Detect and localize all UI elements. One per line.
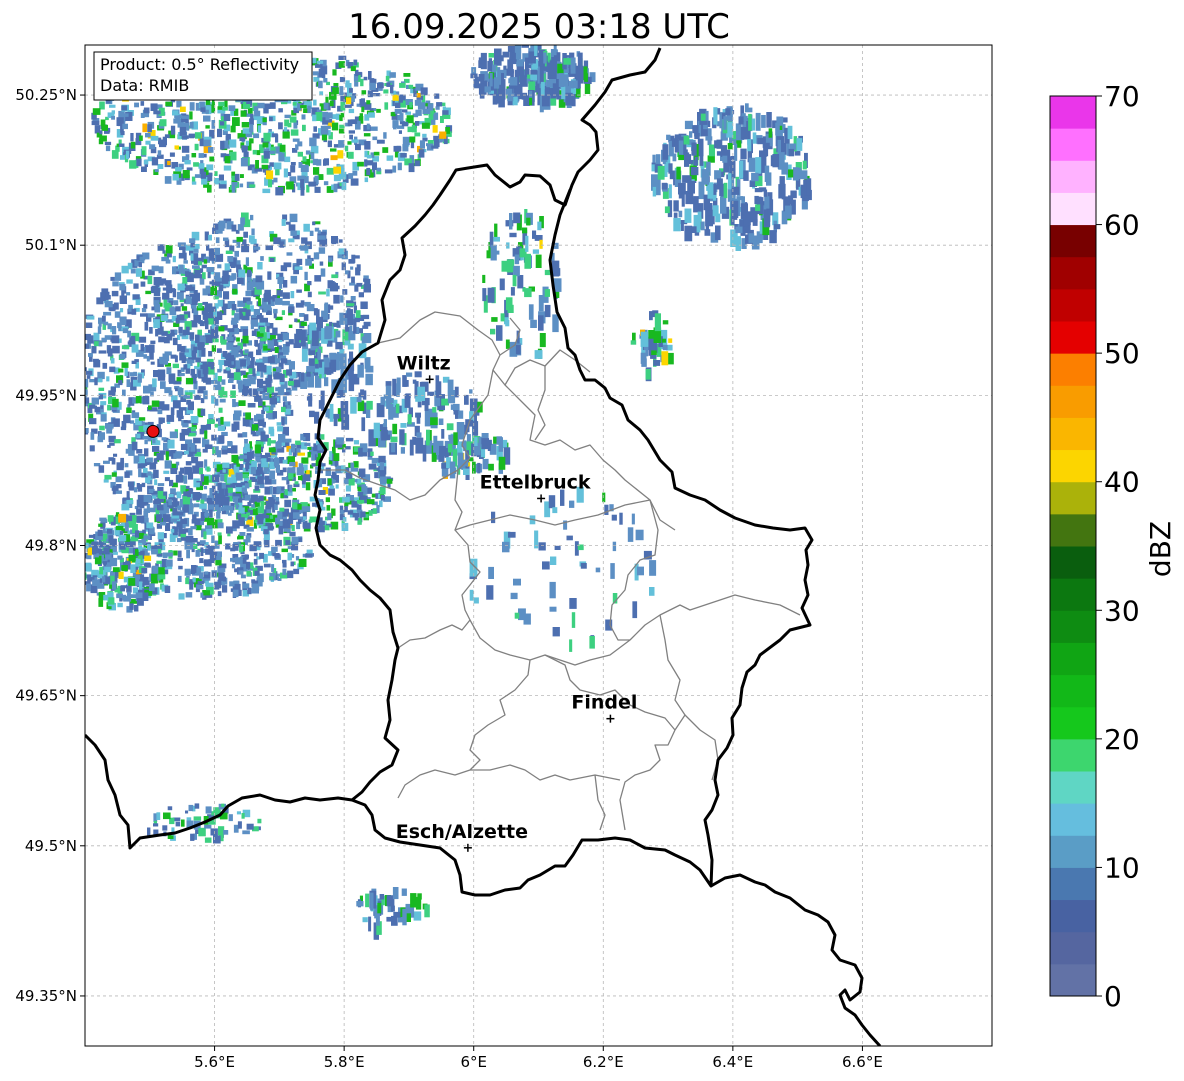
y-tick-label: 49.65°N [15,687,77,705]
colorbar-tick-label: 40 [1104,466,1140,499]
colorbar-segment [1050,96,1096,129]
colorbar-segment [1050,192,1096,226]
y-tick-label: 49.5°N [25,837,77,855]
colorbar-segment [1050,706,1096,740]
x-tick-label: 5.8°E [324,1053,365,1071]
y-tick-label: 49.8°N [25,537,77,555]
colorbar-tick-label: 50 [1104,337,1140,370]
colorbar-segment [1050,642,1096,676]
radar-site-marker[interactable] [146,424,160,438]
colorbar-segment [1050,963,1096,997]
colorbar-segment [1050,449,1096,483]
colorbar-segment [1050,610,1096,643]
colorbar-segment [1050,674,1096,708]
colorbar-segment [1050,771,1096,804]
colorbar: 0 10 20 30 40 50 60 70 [1049,80,1140,1013]
colorbar-tick-label: 0 [1104,980,1122,1013]
x-tick-label: 6.2°E [583,1053,624,1071]
map-title: 16.09.2025 03:18 UTC [348,7,730,47]
colorbar-segment [1050,385,1096,418]
info-product: Product: 0.5° Reflectivity [100,55,299,74]
colorbar-tick-label: 60 [1104,209,1140,242]
map-plot-area[interactable]: Wiltz Ettelbruck Findel Esch/Alzette [72,41,992,1047]
colorbar-tick-label: 10 [1104,851,1140,884]
colorbar-segment [1050,481,1096,515]
colorbar-segment [1050,288,1096,322]
colorbar-segment [1050,738,1096,772]
city-label: Esch/Alzette [396,821,528,843]
info-box: Product: 0.5° Reflectivity Data: RMIB [93,51,313,101]
x-axis-ticks: 5.6°E 5.8°E 6°E 6.2°E 6.4°E 6.6°E [194,1046,883,1071]
info-data-source: Data: RMIB [100,76,189,95]
colorbar-segment [1050,578,1096,611]
colorbar-segment [1050,931,1096,965]
x-tick-label: 6.4°E [712,1053,753,1071]
colorbar-segment [1050,417,1096,451]
colorbar-segment [1050,224,1096,258]
colorbar-segment [1050,353,1096,386]
y-tick-label: 49.95°N [15,386,77,404]
colorbar-segment [1050,128,1096,161]
colorbar-segment [1050,867,1096,901]
city-label: Wiltz [397,352,451,374]
city-label: Ettelbruck [480,471,591,493]
colorbar-segment [1050,321,1096,354]
colorbar-segment [1050,256,1096,290]
colorbar-segment [1050,835,1096,868]
city-label: Findel [571,692,637,714]
x-tick-label: 6.6°E [842,1053,883,1071]
colorbar-segment [1050,803,1096,836]
colorbar-segment [1050,899,1096,933]
y-axis-ticks: 49.35°N 49.5°N 49.65°N 49.8°N 49.95°N 50.1°N 5… [15,86,85,1005]
colorbar-tick-label: 30 [1104,594,1140,627]
y-tick-label: 49.35°N [15,987,77,1005]
x-tick-label: 6°E [460,1053,487,1071]
x-tick-label: 5.6°E [194,1053,235,1071]
colorbar-segment [1050,546,1096,579]
colorbar-tick-label: 20 [1104,723,1140,756]
colorbar-segment [1050,160,1096,193]
colorbar-segment [1050,513,1096,547]
colorbar-label: dBZ [1144,521,1177,577]
y-tick-label: 50.1°N [25,236,77,254]
colorbar-tick-label: 70 [1104,80,1140,113]
radar-map-figure: 16.09.2025 03:18 UTC WiltzEttelbruckFind… [15,7,1177,1071]
y-tick-label: 50.25°N [15,86,77,104]
